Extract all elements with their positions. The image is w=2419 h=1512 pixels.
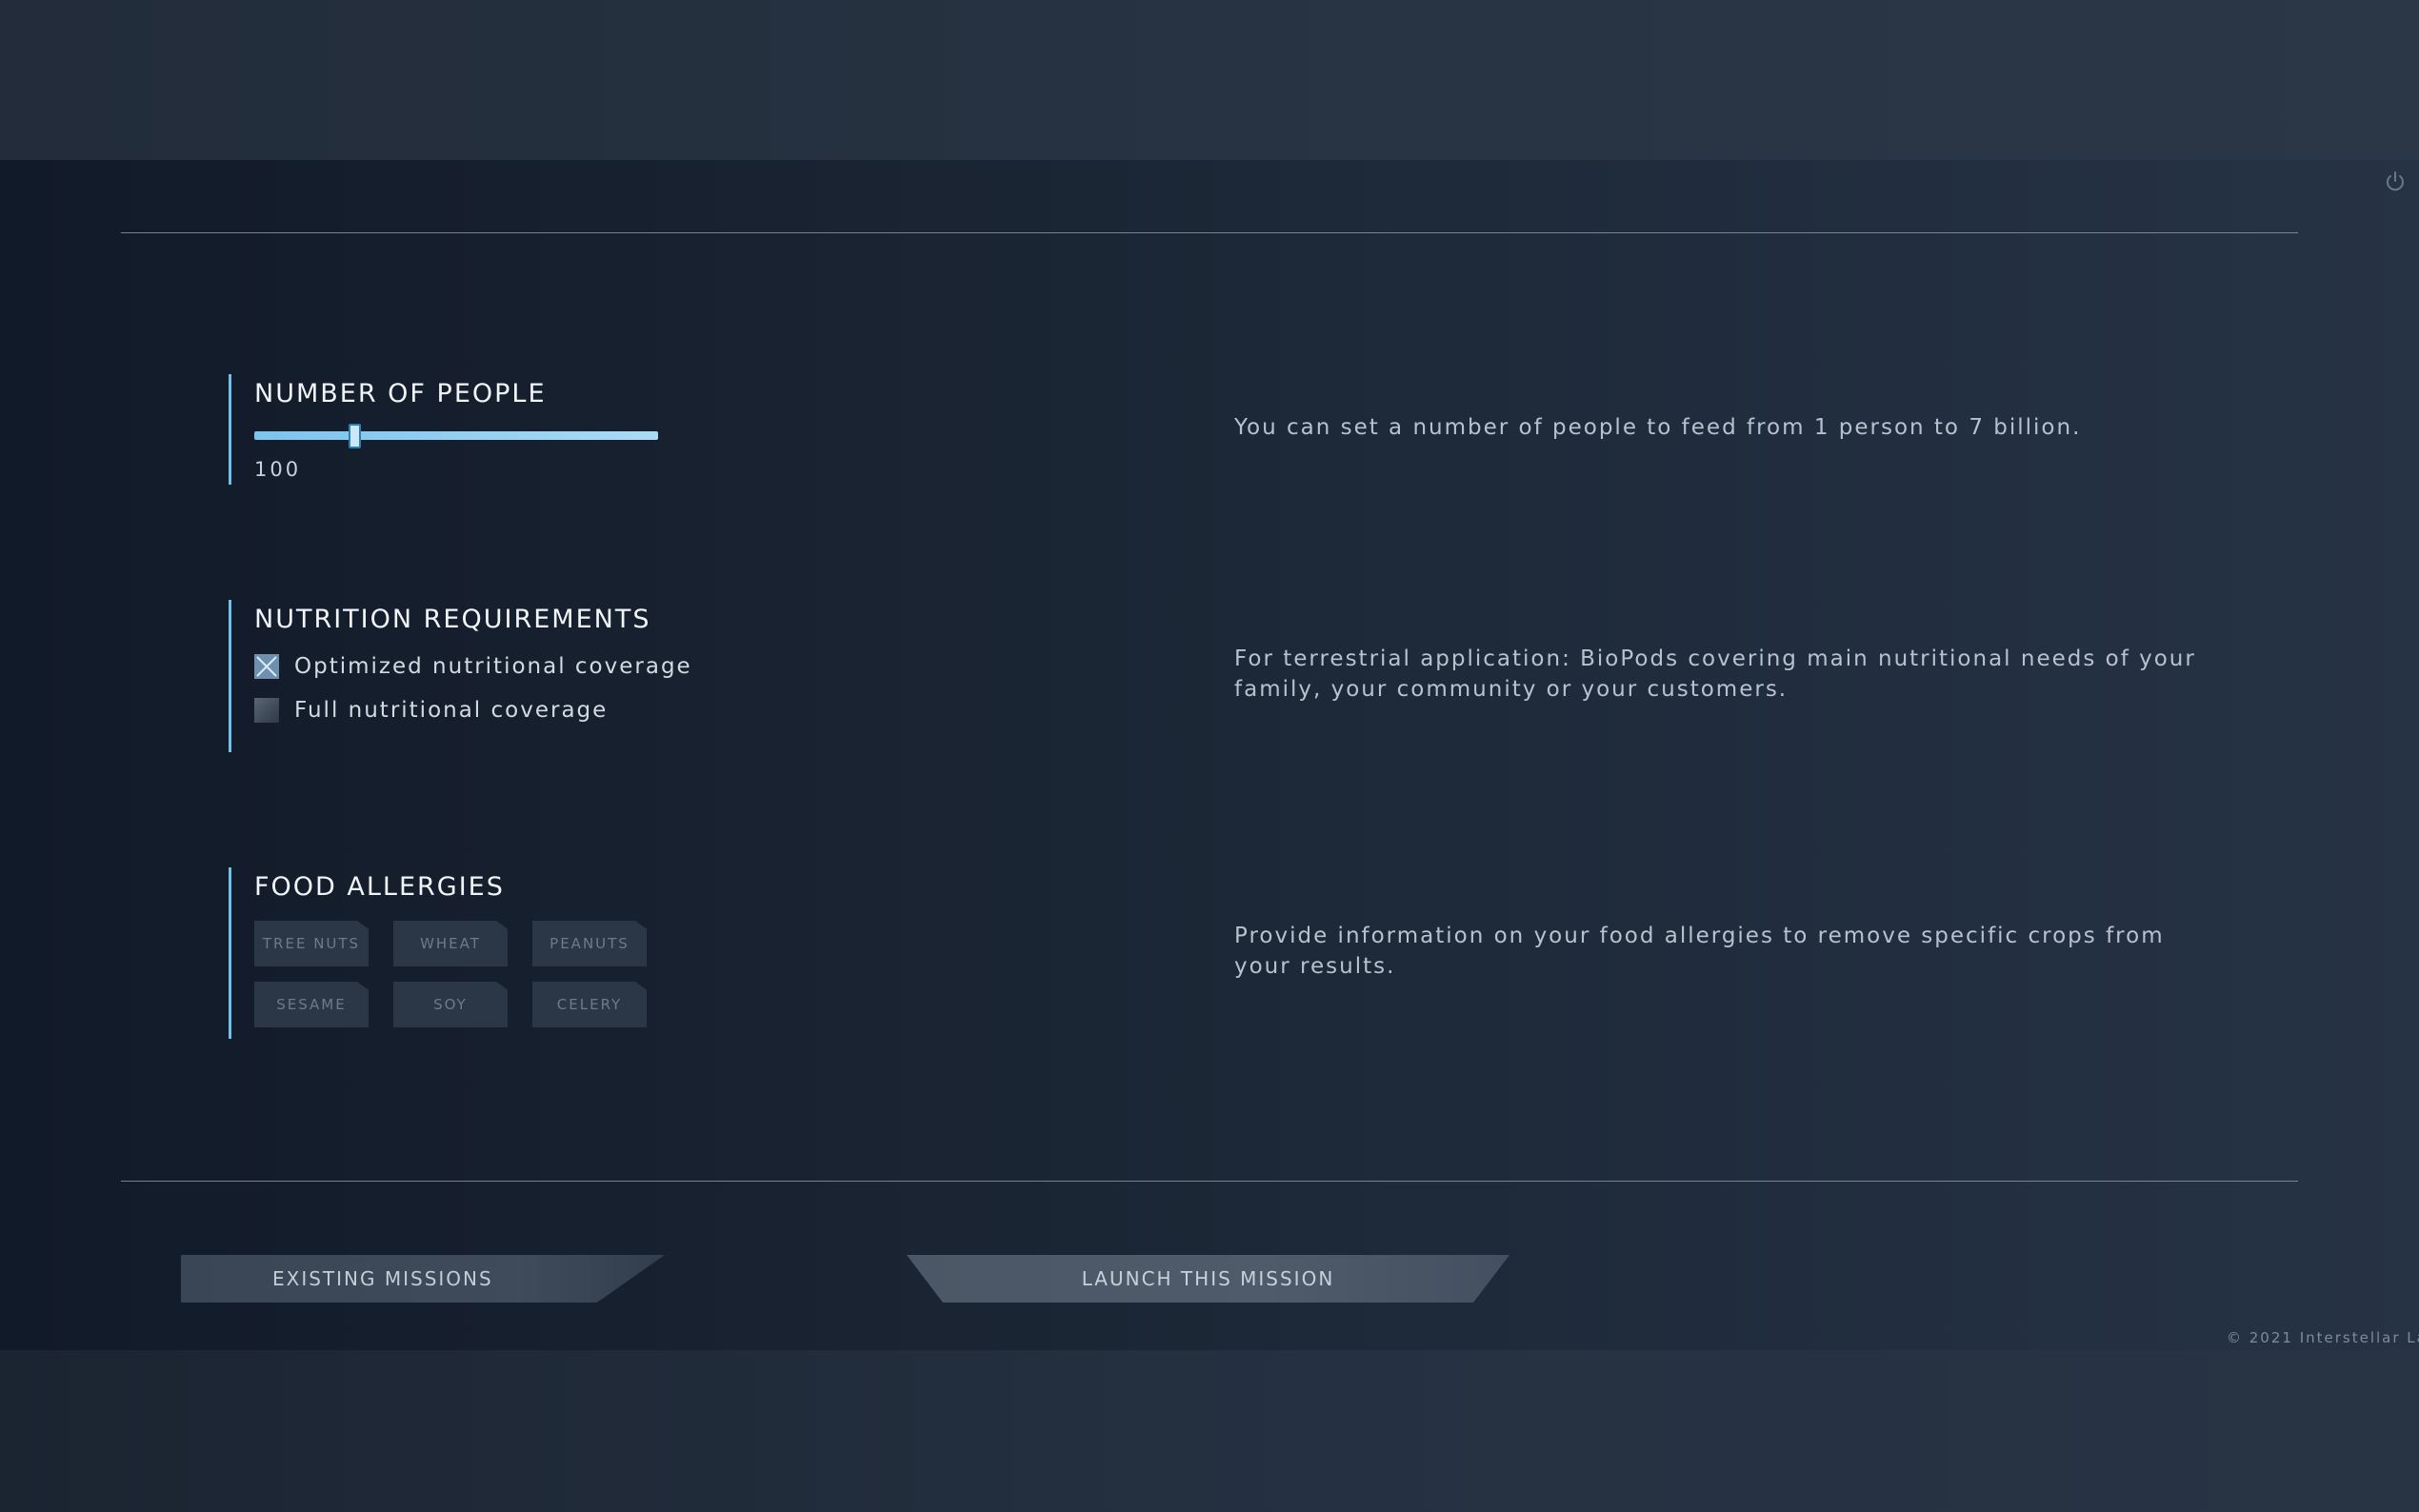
- chip-tree-nuts[interactable]: TREE NUTS: [254, 921, 369, 966]
- people-description: You can set a number of people to feed f…: [1234, 415, 2082, 440]
- top-band: [0, 0, 2419, 160]
- launch-mission-button[interactable]: LAUNCH THIS MISSION: [907, 1255, 1509, 1303]
- allergies-description: Provide information on your food allergi…: [1234, 924, 2165, 979]
- bottom-divider: [121, 1181, 2298, 1182]
- chip-celery[interactable]: CELERY: [532, 982, 647, 1027]
- allergy-chip-grid: TREE NUTS WHEAT PEANUTS SESAME SOY CELER…: [254, 921, 647, 1027]
- chip-soy[interactable]: SOY: [393, 982, 508, 1027]
- chip-sesame[interactable]: SESAME: [254, 982, 369, 1027]
- section-title-allergies: FOOD ALLERGIES: [254, 872, 505, 902]
- top-divider: [121, 232, 2298, 233]
- option-optimized-coverage[interactable]: Optimized nutritional coverage: [254, 653, 692, 680]
- bottom-band: [0, 1350, 2419, 1512]
- section-title-people: NUMBER OF PEOPLE: [254, 379, 547, 408]
- checkbox-checked-icon[interactable]: [254, 654, 279, 679]
- checkbox-unchecked-icon[interactable]: [254, 698, 279, 723]
- main-panel: [0, 160, 2419, 1350]
- chip-peanuts[interactable]: PEANUTS: [532, 921, 647, 966]
- chip-wheat[interactable]: WHEAT: [393, 921, 508, 966]
- power-icon[interactable]: [2383, 169, 2408, 194]
- slider-thumb[interactable]: [349, 424, 361, 448]
- option-label: Full nutritional coverage: [294, 698, 609, 723]
- people-value: 100: [254, 458, 302, 481]
- people-slider[interactable]: [254, 424, 658, 448]
- option-label: Optimized nutritional coverage: [294, 654, 692, 679]
- nutrition-section: NUTRITION REQUIREMENTS Optimized nutriti…: [229, 600, 692, 752]
- food-allergies-section: FOOD ALLERGIES TREE NUTS WHEAT PEANUTS S…: [229, 867, 647, 1039]
- number-of-people-section: NUMBER OF PEOPLE 100: [229, 374, 658, 485]
- option-full-coverage[interactable]: Full nutritional coverage: [254, 697, 692, 724]
- slider-track[interactable]: [254, 431, 658, 440]
- existing-missions-button[interactable]: EXISTING MISSIONS: [181, 1255, 665, 1303]
- section-title-nutrition: NUTRITION REQUIREMENTS: [254, 605, 651, 634]
- copyright-text: © 2021 Interstellar Lab: [2227, 1329, 2419, 1346]
- nutrition-description: For terrestrial application: BioPods cov…: [1234, 647, 2196, 702]
